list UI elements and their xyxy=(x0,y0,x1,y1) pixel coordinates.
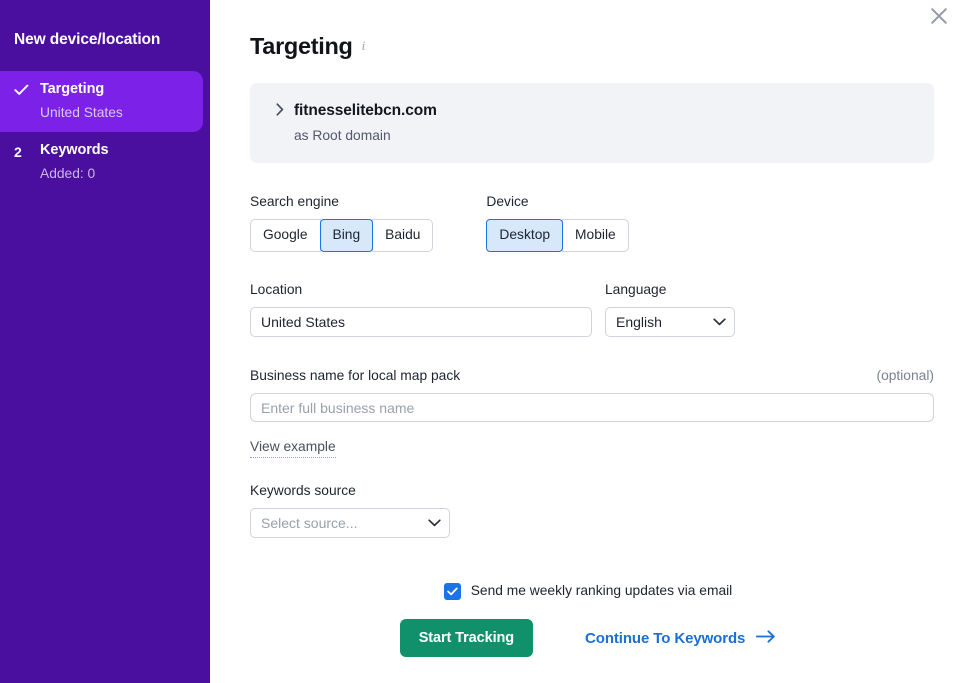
targeting-modal: New device/location Targeting United Sta… xyxy=(0,0,966,683)
search-engine-toggle[interactable]: Google Bing Baidu xyxy=(250,219,433,252)
sidebar-step-targeting[interactable]: Targeting United States xyxy=(0,71,203,132)
device-group: Device Desktop Mobile xyxy=(486,193,628,252)
device-toggle[interactable]: Desktop Mobile xyxy=(486,219,628,252)
arrow-right-icon xyxy=(756,630,776,647)
location-label: Location xyxy=(250,281,592,299)
close-button[interactable] xyxy=(922,0,956,34)
targeting-form: Search engine Google Bing Baidu Device D… xyxy=(210,193,966,538)
location-language-row: Location Language English xyxy=(250,281,934,337)
page-title-row: Targeting i xyxy=(210,0,966,61)
domain-summary-card[interactable]: fitnesselitebcn.com as Root domain xyxy=(250,83,934,163)
sidebar-step-sublabel: United States xyxy=(40,103,193,122)
engine-device-row: Search engine Google Bing Baidu Device D… xyxy=(250,193,934,252)
wizard-sidebar: New device/location Targeting United Sta… xyxy=(0,0,210,683)
weekly-updates-checkbox[interactable] xyxy=(444,583,461,600)
wizard-step-list: Targeting United States 2 Keywords Added… xyxy=(0,71,210,193)
location-input[interactable] xyxy=(250,307,592,337)
sidebar-step-sublabel: Added: 0 xyxy=(40,164,200,183)
close-icon xyxy=(929,6,949,29)
keywords-source-group: Keywords source Select source... xyxy=(250,482,934,538)
sidebar-title: New device/location xyxy=(0,30,210,50)
language-group: Language English xyxy=(605,281,735,337)
page-title: Targeting xyxy=(250,31,353,61)
location-group: Location xyxy=(250,281,592,337)
business-name-group: Business name for local map pack (option… xyxy=(250,367,934,458)
search-engine-group: Search engine Google Bing Baidu xyxy=(250,193,433,252)
continue-to-keywords-button[interactable]: Continue To Keywords xyxy=(585,619,776,657)
sidebar-step-keywords[interactable]: 2 Keywords Added: 0 xyxy=(0,132,210,193)
device-option-desktop[interactable]: Desktop xyxy=(486,219,563,252)
device-label: Device xyxy=(486,193,628,211)
search-engine-option-bing[interactable]: Bing xyxy=(320,219,374,252)
business-name-optional-label: (optional) xyxy=(876,367,934,385)
step-check-icon xyxy=(14,80,40,96)
continue-label: Continue To Keywords xyxy=(585,630,745,647)
device-option-mobile[interactable]: Mobile xyxy=(562,219,629,252)
sidebar-step-label: Keywords xyxy=(40,141,200,160)
search-engine-label: Search engine xyxy=(250,193,433,211)
main-panel: Targeting i fitnesselitebcn.com as Root … xyxy=(210,0,966,683)
search-engine-option-google[interactable]: Google xyxy=(250,219,321,252)
start-tracking-button[interactable]: Start Tracking xyxy=(400,619,533,657)
step-number: 2 xyxy=(14,141,40,162)
sidebar-step-label: Targeting xyxy=(40,80,193,99)
view-example-link[interactable]: View example xyxy=(250,438,336,458)
keywords-source-label: Keywords source xyxy=(250,482,934,500)
language-label: Language xyxy=(605,281,735,299)
business-name-label: Business name for local map pack xyxy=(250,367,460,385)
info-icon[interactable]: i xyxy=(362,31,366,61)
domain-name: fitnesselitebcn.com xyxy=(294,100,916,121)
footer-buttons: Start Tracking Continue To Keywords xyxy=(210,619,966,657)
weekly-updates-row: Send me weekly ranking updates via email xyxy=(210,582,966,600)
language-select[interactable]: English xyxy=(605,307,735,337)
business-name-input[interactable] xyxy=(250,393,934,422)
modal-footer: Send me weekly ranking updates via email… xyxy=(210,582,966,683)
weekly-updates-label[interactable]: Send me weekly ranking updates via email xyxy=(471,582,733,600)
search-engine-option-baidu[interactable]: Baidu xyxy=(372,219,433,252)
domain-scope-label: as Root domain xyxy=(294,126,916,145)
keywords-source-select[interactable]: Select source... xyxy=(250,508,450,538)
chevron-right-icon xyxy=(276,100,294,122)
